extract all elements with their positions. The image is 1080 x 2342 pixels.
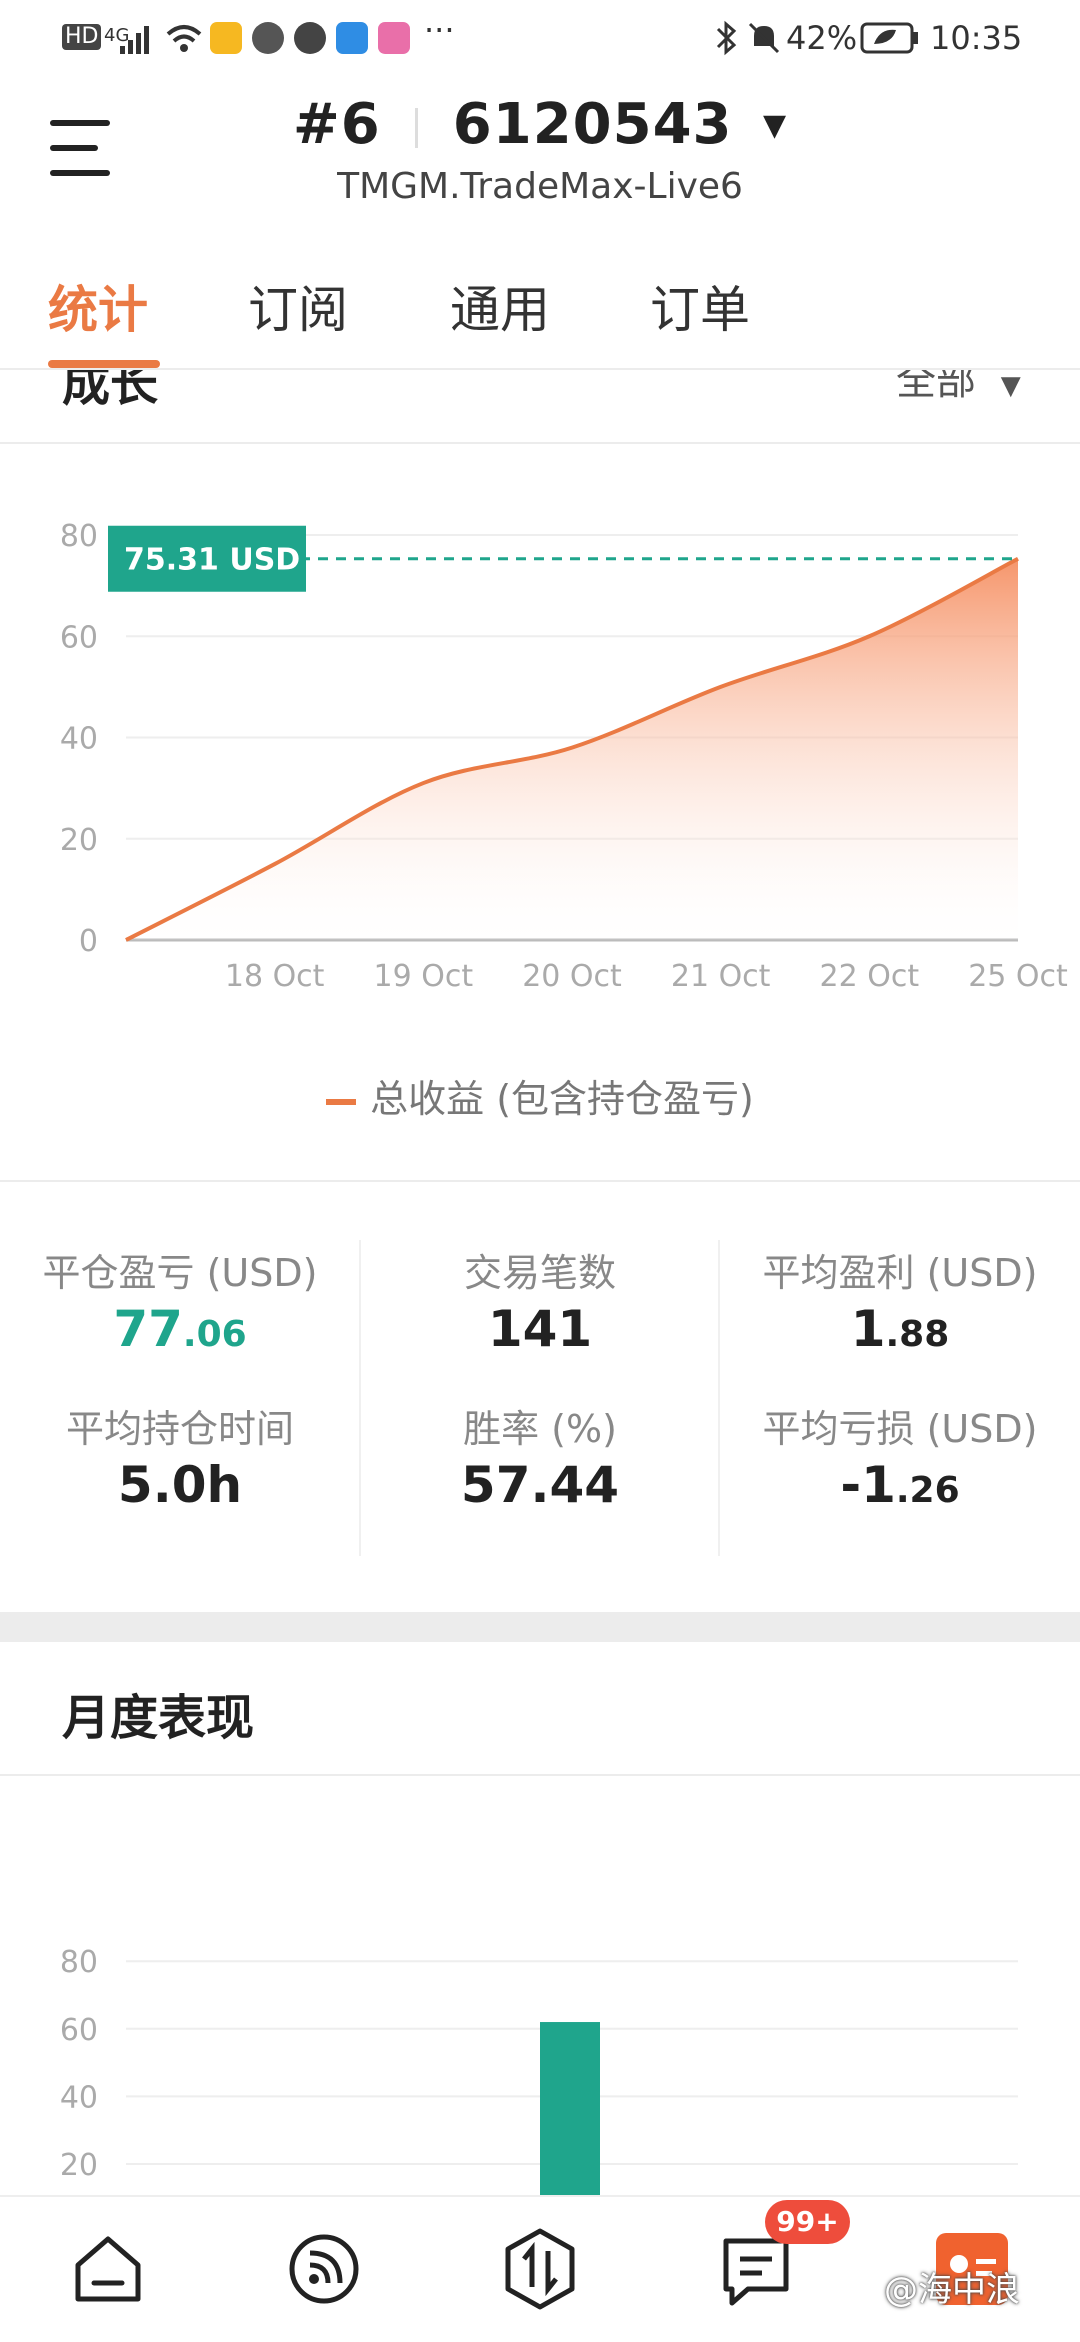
watermark: @海中浪 xyxy=(884,2270,1020,2310)
legend-label: 总收益 (包含持仓盈亏) xyxy=(370,1077,754,1121)
clock: 10:35 xyxy=(930,19,1023,57)
battery-icon xyxy=(860,22,918,54)
trade-icon[interactable] xyxy=(502,2227,578,2311)
y-tick-label: 20 xyxy=(60,823,98,858)
active-tab-indicator xyxy=(48,360,160,368)
avg-loss-label: 平均亏损 (USD) xyxy=(762,1407,1038,1451)
avg-profit-label: 平均盈利 (USD) xyxy=(762,1251,1038,1295)
app-icon xyxy=(336,22,368,54)
app-icon-2 xyxy=(378,22,410,54)
bluetooth-icon xyxy=(716,20,737,56)
account-prefix: #6 xyxy=(292,92,381,157)
growth-header: 成长 全部 ▼ xyxy=(0,370,1080,442)
monthly-title: 月度表现 xyxy=(62,1690,255,1746)
wechat-icon xyxy=(252,22,284,54)
y-tick-label: 20 xyxy=(60,2148,98,2183)
growth-title: 成长 xyxy=(62,370,159,412)
wifi-icon xyxy=(166,25,202,52)
avg-profit-value: 1.88 xyxy=(850,1300,950,1358)
y-tick-label: 80 xyxy=(60,1945,98,1980)
range-filter[interactable]: 全部 ▼ xyxy=(896,370,1021,406)
home-icon[interactable] xyxy=(70,2231,146,2307)
notification-badge: 99+ xyxy=(765,2200,850,2244)
x-tick-label: 22 Oct xyxy=(820,959,920,994)
section-gap xyxy=(0,1612,1080,1642)
server-name: TMGM.TradeMax-Live6 xyxy=(337,166,743,207)
trade-count-label: 交易笔数 xyxy=(463,1251,616,1295)
y-tick-label: 60 xyxy=(60,2013,98,2048)
tab-general[interactable]: 通用 xyxy=(450,270,550,342)
avg-loss-value: -1.26 xyxy=(840,1456,960,1514)
stats-divider xyxy=(359,1240,361,1556)
orders-icon[interactable] xyxy=(718,2233,794,2309)
chart-divider xyxy=(0,1180,1080,1182)
mute-icon xyxy=(748,22,780,54)
battery-percent: 42% xyxy=(786,19,858,57)
broadcast-icon[interactable] xyxy=(286,2231,362,2307)
mail-app-icon xyxy=(210,22,242,54)
x-tick-label: 21 Oct xyxy=(671,959,771,994)
tab-statistics[interactable]: 统计 xyxy=(48,270,148,342)
close-pnl-value: 77.06 xyxy=(113,1300,247,1358)
account-selector[interactable]: #6 6120543 ▼ xyxy=(0,92,1080,157)
hd-indicator: HD xyxy=(62,24,102,50)
x-tick-label: 20 Oct xyxy=(522,959,622,994)
avg-hold-value: 5.0h xyxy=(117,1456,243,1514)
range-filter-label: 全部 xyxy=(896,370,976,404)
y-tick-label: 40 xyxy=(60,722,98,757)
status-bar: HD 4G ··· 42% 10:35 xyxy=(0,0,1080,80)
y-tick-label: 40 xyxy=(60,2080,98,2115)
avg-hold-label: 平均持仓时间 xyxy=(65,1407,294,1451)
current-value-label: 75.31 USD xyxy=(124,543,300,578)
signal-icon xyxy=(120,26,149,54)
chevron-down-icon[interactable]: ▼ xyxy=(763,108,787,143)
x-tick-label: 19 Oct xyxy=(374,959,474,994)
y-tick-label: 60 xyxy=(60,620,98,655)
win-rate-value: 57.44 xyxy=(460,1456,620,1514)
legend-swatch xyxy=(326,1098,357,1105)
monthly-chart: 20 40 60 80 xyxy=(60,1945,1018,2196)
browser-icon xyxy=(294,22,326,54)
chevron-down-icon: ▼ xyxy=(1000,371,1021,401)
monthly-bar xyxy=(540,2022,600,2196)
y-tick-label: 0 xyxy=(79,924,98,959)
close-pnl-label: 平仓盈亏 (USD) xyxy=(42,1251,318,1295)
growth-divider xyxy=(0,442,1080,444)
account-number: 6120543 xyxy=(452,92,733,157)
chart-legend: 总收益 (包含持仓盈亏) xyxy=(0,1068,1080,1123)
growth-chart: 0 20 40 60 80 75.31 USD 18 Oct 19 Oct 20 Oct 21… xyxy=(60,519,1068,994)
x-tick-label: 18 Oct xyxy=(225,959,325,994)
win-rate-label: 胜率 (%) xyxy=(463,1407,617,1451)
y-tick-label: 80 xyxy=(60,519,98,554)
x-tick-label: 25 Oct xyxy=(968,959,1068,994)
more-notifications: ··· xyxy=(424,11,455,49)
stats-divider xyxy=(718,1240,720,1556)
tab-orders[interactable]: 订单 xyxy=(650,270,750,342)
tab-subscription[interactable]: 订阅 xyxy=(248,270,348,342)
trade-count-value: 141 xyxy=(487,1300,593,1358)
divider xyxy=(415,107,419,148)
